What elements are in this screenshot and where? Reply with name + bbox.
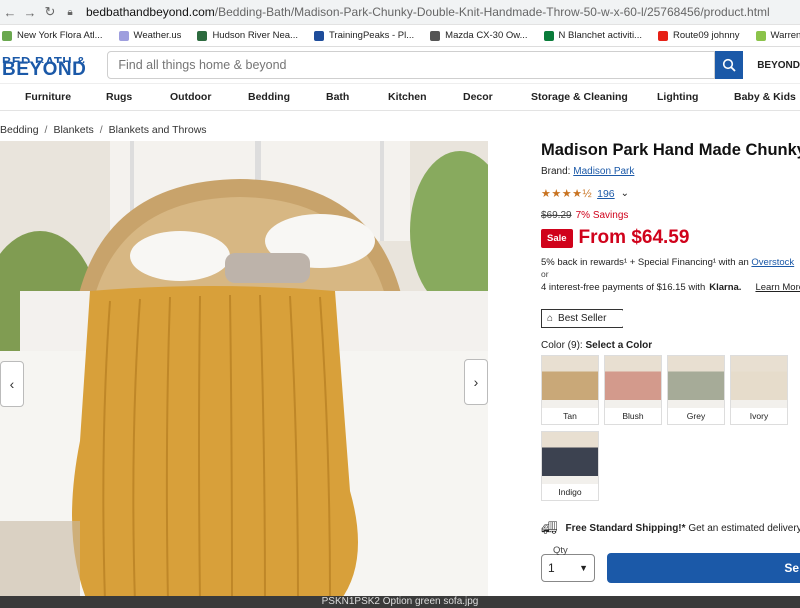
truck-icon: 🚚︎ [541, 520, 558, 535]
search-icon [723, 58, 736, 72]
category-link[interactable]: Storage & Cleaning [531, 91, 628, 103]
current-price: From $64.59 [578, 227, 690, 248]
klarna-text: 4 interest-free payments of $16.15 with K… [541, 282, 800, 293]
sale-badge: Sale [541, 228, 573, 248]
bookmark-favicon-icon [657, 30, 668, 41]
swatch-image [605, 356, 661, 408]
color-swatch[interactable]: Indigo [541, 431, 599, 501]
lock-icon[interactable]: 🔒︎ [60, 7, 80, 18]
category-link[interactable]: Bath [326, 91, 349, 103]
category-link[interactable]: Furniture [25, 91, 71, 103]
swatch-image [542, 356, 598, 408]
home-icon: ⌂ [547, 313, 554, 324]
download-bar: PSKN1PSK2 Option green sofa.jpg [0, 596, 800, 608]
rewards-text: 5% back in rewards¹ + Special Financing¹… [541, 257, 795, 268]
breadcrumb-item[interactable]: Blankets [53, 124, 93, 136]
bookmark-favicon-icon [755, 30, 766, 41]
swatch-label: Blush [622, 411, 644, 421]
forward-icon[interactable]: → [20, 5, 40, 20]
color-swatch[interactable]: Grey [667, 355, 725, 425]
category-link[interactable]: Decor [463, 91, 493, 103]
gallery-next-button[interactable]: › [464, 359, 488, 405]
search-input[interactable] [116, 57, 681, 73]
address-bar[interactable]: bedbathandbeyond.com/Bedding-Bath/Madiso… [86, 5, 770, 19]
site-logo[interactable]: BED BATH & BEYOND [0, 55, 101, 79]
bookmark-favicon-icon [543, 30, 554, 41]
bookmark-item[interactable]: Weather.us [118, 30, 181, 41]
brand-link[interactable]: Madison Park [573, 166, 634, 177]
or-text: or [541, 269, 549, 279]
bookmarks-bar: New York Flora Atl... Weather.us Hudson Ri… [0, 25, 800, 47]
gallery-prev-button[interactable]: ‹ [0, 361, 24, 407]
rating: ★★★★½ 196 ⌄ [541, 187, 800, 201]
category-link[interactable]: Outdoor [170, 91, 211, 103]
swatch-label: Ivory [749, 411, 769, 421]
breadcrumb-item[interactable]: Blankets and Throws [109, 124, 207, 136]
best-seller-badge: ⌂ Best Seller [541, 309, 624, 328]
color-swatches: Tan Blush Grey Ivory Indigo [541, 355, 800, 507]
bookmark-item[interactable]: Mazda CX-30 Ow... [430, 30, 528, 41]
swatch-image [668, 356, 724, 408]
learn-more-link[interactable]: Learn More [755, 282, 800, 293]
bookmark-item[interactable]: New York Flora Atl... [2, 30, 103, 41]
breadcrumb-item[interactable]: Bedding [0, 124, 39, 136]
category-nav: Furniture Rugs Outdoor Bedding Bath Kitchen De… [0, 84, 800, 111]
category-link[interactable]: Bedding [248, 91, 290, 103]
category-link[interactable]: Rugs [106, 91, 132, 103]
swatch-label: Grey [686, 411, 706, 421]
color-swatch[interactable]: Tan [541, 355, 599, 425]
chevron-down-icon: ▼ [579, 563, 588, 573]
swatch-label: Indigo [558, 487, 582, 497]
product-info: Madison Park Hand Made Chunky Brand: Mad… [541, 141, 800, 507]
old-price: $69.29 7% Savings [541, 210, 629, 221]
product-title: Madison Park Hand Made Chunky [541, 141, 800, 159]
quantity-selector: Qty 1 ▼ [541, 545, 595, 582]
color-label: Color (9): Select a Color [541, 340, 653, 351]
shipping-info: 🚚︎ Free Standard Shipping!* Get an estim… [541, 520, 800, 535]
site-header: BED BATH & BEYOND BEYOND [0, 47, 800, 84]
qty-select[interactable]: 1 ▼ [541, 554, 595, 582]
brand-line: Brand: Madison Park [541, 166, 635, 177]
star-rating-icon: ★★★★½ [541, 188, 593, 200]
bookmark-item[interactable]: Route09 johnny [657, 30, 740, 41]
bookmark-favicon-icon [430, 30, 441, 41]
back-icon[interactable]: ← [0, 5, 20, 20]
bookmark-item[interactable]: Hudson River Nea... [197, 30, 298, 41]
reload-icon[interactable]: ↻ [40, 4, 60, 20]
search-box [107, 51, 716, 79]
product-image[interactable]: ‹ › [0, 141, 488, 608]
swatch-label: Tan [563, 411, 577, 421]
review-count-link[interactable]: 196 [597, 188, 615, 200]
category-link[interactable]: Baby & Kids [734, 91, 796, 103]
color-swatch[interactable]: Blush [604, 355, 662, 425]
bookmark-favicon-icon [313, 30, 324, 41]
browser-toolbar: ← → ↻ 🔒︎ bedbathandbeyond.com/Bedding-Ba… [0, 0, 800, 25]
bookmark-favicon-icon [2, 30, 12, 41]
category-link[interactable]: Lighting [657, 91, 698, 103]
search-button[interactable] [715, 51, 744, 79]
klarna-logo: Klarna. [709, 282, 742, 293]
price-row: Sale From $64.59 [541, 227, 800, 249]
rewards-link[interactable]: Overstock [751, 257, 794, 268]
account-link[interactable]: BEYOND [757, 60, 800, 71]
bookmark-favicon-icon [197, 30, 208, 41]
bookmark-item[interactable]: N Blanchet activiti... [543, 30, 642, 41]
add-to-cart-button[interactable]: Se [607, 553, 800, 583]
swatch-image [731, 356, 787, 408]
chevron-down-icon[interactable]: ⌄ [621, 188, 629, 199]
bookmark-favicon-icon [118, 30, 129, 41]
color-swatch[interactable]: Ivory [730, 355, 788, 425]
category-link[interactable]: Kitchen [388, 91, 427, 103]
bookmark-item[interactable]: TrainingPeaks - Pl... [313, 30, 414, 41]
swatch-image [542, 432, 598, 484]
bookmark-item[interactable]: Warren County Sn... [755, 30, 800, 41]
